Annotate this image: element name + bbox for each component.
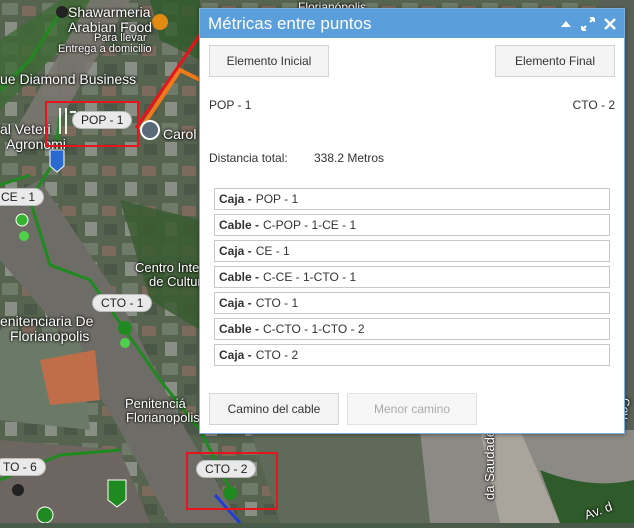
panel-title: Métricas entre puntos <box>208 13 372 33</box>
start-element-value: POP - 1 <box>209 98 252 112</box>
map-chip-ce-1[interactable]: CE - 1 <box>0 188 45 206</box>
path-item: Caja - CE - 1 <box>214 240 610 262</box>
map-label-centro: Centro Inte <box>135 260 200 275</box>
path-item-value: CE - 1 <box>255 244 290 258</box>
menor-camino-button[interactable]: Menor camino <box>347 393 477 425</box>
path-item-kind: Cable - <box>219 270 260 284</box>
path-item: Cable - C-POP - 1-CE - 1 <box>214 214 610 236</box>
path-item-value: CTO - 2 <box>255 348 299 362</box>
path-item: Cable - C-CE - 1-CTO - 1 <box>214 266 610 288</box>
close-icon[interactable] <box>602 16 618 32</box>
map-label-entrega: Entrega a domicilio <box>58 43 152 55</box>
path-list: Caja - POP - 1 Cable - C-POP - 1-CE - 1 Ca… <box>214 188 610 370</box>
path-item-kind: Caja - <box>219 296 252 310</box>
distance-value: 338.2 Metros <box>314 151 385 165</box>
path-item-kind: Caja - <box>219 244 252 258</box>
map-label-florianopolis-2: Florianopolis <box>126 410 200 425</box>
panel-body: Elemento Inicial Elemento Final POP - 1 … <box>200 39 624 433</box>
camino-cable-button[interactable]: Camino del cable <box>209 393 339 425</box>
map-label-blue-diamond: ue Diamond Business <box>0 71 137 87</box>
panel-header[interactable]: Métricas entre puntos <box>200 9 624 38</box>
highlight-end-box <box>186 452 278 510</box>
path-item-value: C-CE - 1-CTO - 1 <box>263 270 357 284</box>
path-item-value: CTO - 1 <box>255 296 299 310</box>
map-label-carol: Carol <box>163 126 197 142</box>
map-chip-cto-1[interactable]: CTO - 1 <box>92 294 153 312</box>
metrics-panel: Métricas entre puntos Elemento Inicial E… <box>199 8 625 434</box>
path-item-value: POP - 1 <box>255 192 299 206</box>
path-item-value: C-POP - 1-CE - 1 <box>263 218 357 232</box>
collapse-icon[interactable] <box>558 16 574 32</box>
path-item: Cable - C-CTO - 1-CTO - 2 <box>214 318 610 340</box>
path-item-kind: Cable - <box>219 218 260 232</box>
path-item: Caja - CTO - 2 <box>214 344 610 366</box>
map-label-shawarmeria: Shawarmeria <box>68 4 151 20</box>
end-element-value: CTO - 2 <box>572 98 615 112</box>
path-item-value: C-CTO - 1-CTO - 2 <box>263 322 365 336</box>
maximize-icon[interactable] <box>580 16 596 32</box>
elemento-inicial-button[interactable]: Elemento Inicial <box>209 45 329 77</box>
map-label-penitenciaria-2: Penitenciá <box>125 396 186 411</box>
highlight-start-box <box>45 101 139 147</box>
map-label-florianopolis: Florianopolis <box>10 328 90 344</box>
path-item: Caja - POP - 1 <box>214 188 610 210</box>
path-item: Caja - CTO - 1 <box>214 292 610 314</box>
map-chip-cto-6[interactable]: TO - 6 <box>0 458 46 476</box>
path-item-kind: Caja - <box>219 348 252 362</box>
distance-label: Distancia total: <box>209 151 288 165</box>
elemento-final-button[interactable]: Elemento Final <box>495 45 615 77</box>
path-item-kind: Caja - <box>219 192 252 206</box>
map-label-cultu: de Cultur <box>149 274 202 289</box>
map-label-vete: al Veteri <box>0 121 51 137</box>
map-label-penitenciaria: enitenciaria De <box>0 313 94 329</box>
path-item-kind: Cable - <box>219 322 260 336</box>
map-label-saudade: da Saudade <box>482 429 497 500</box>
